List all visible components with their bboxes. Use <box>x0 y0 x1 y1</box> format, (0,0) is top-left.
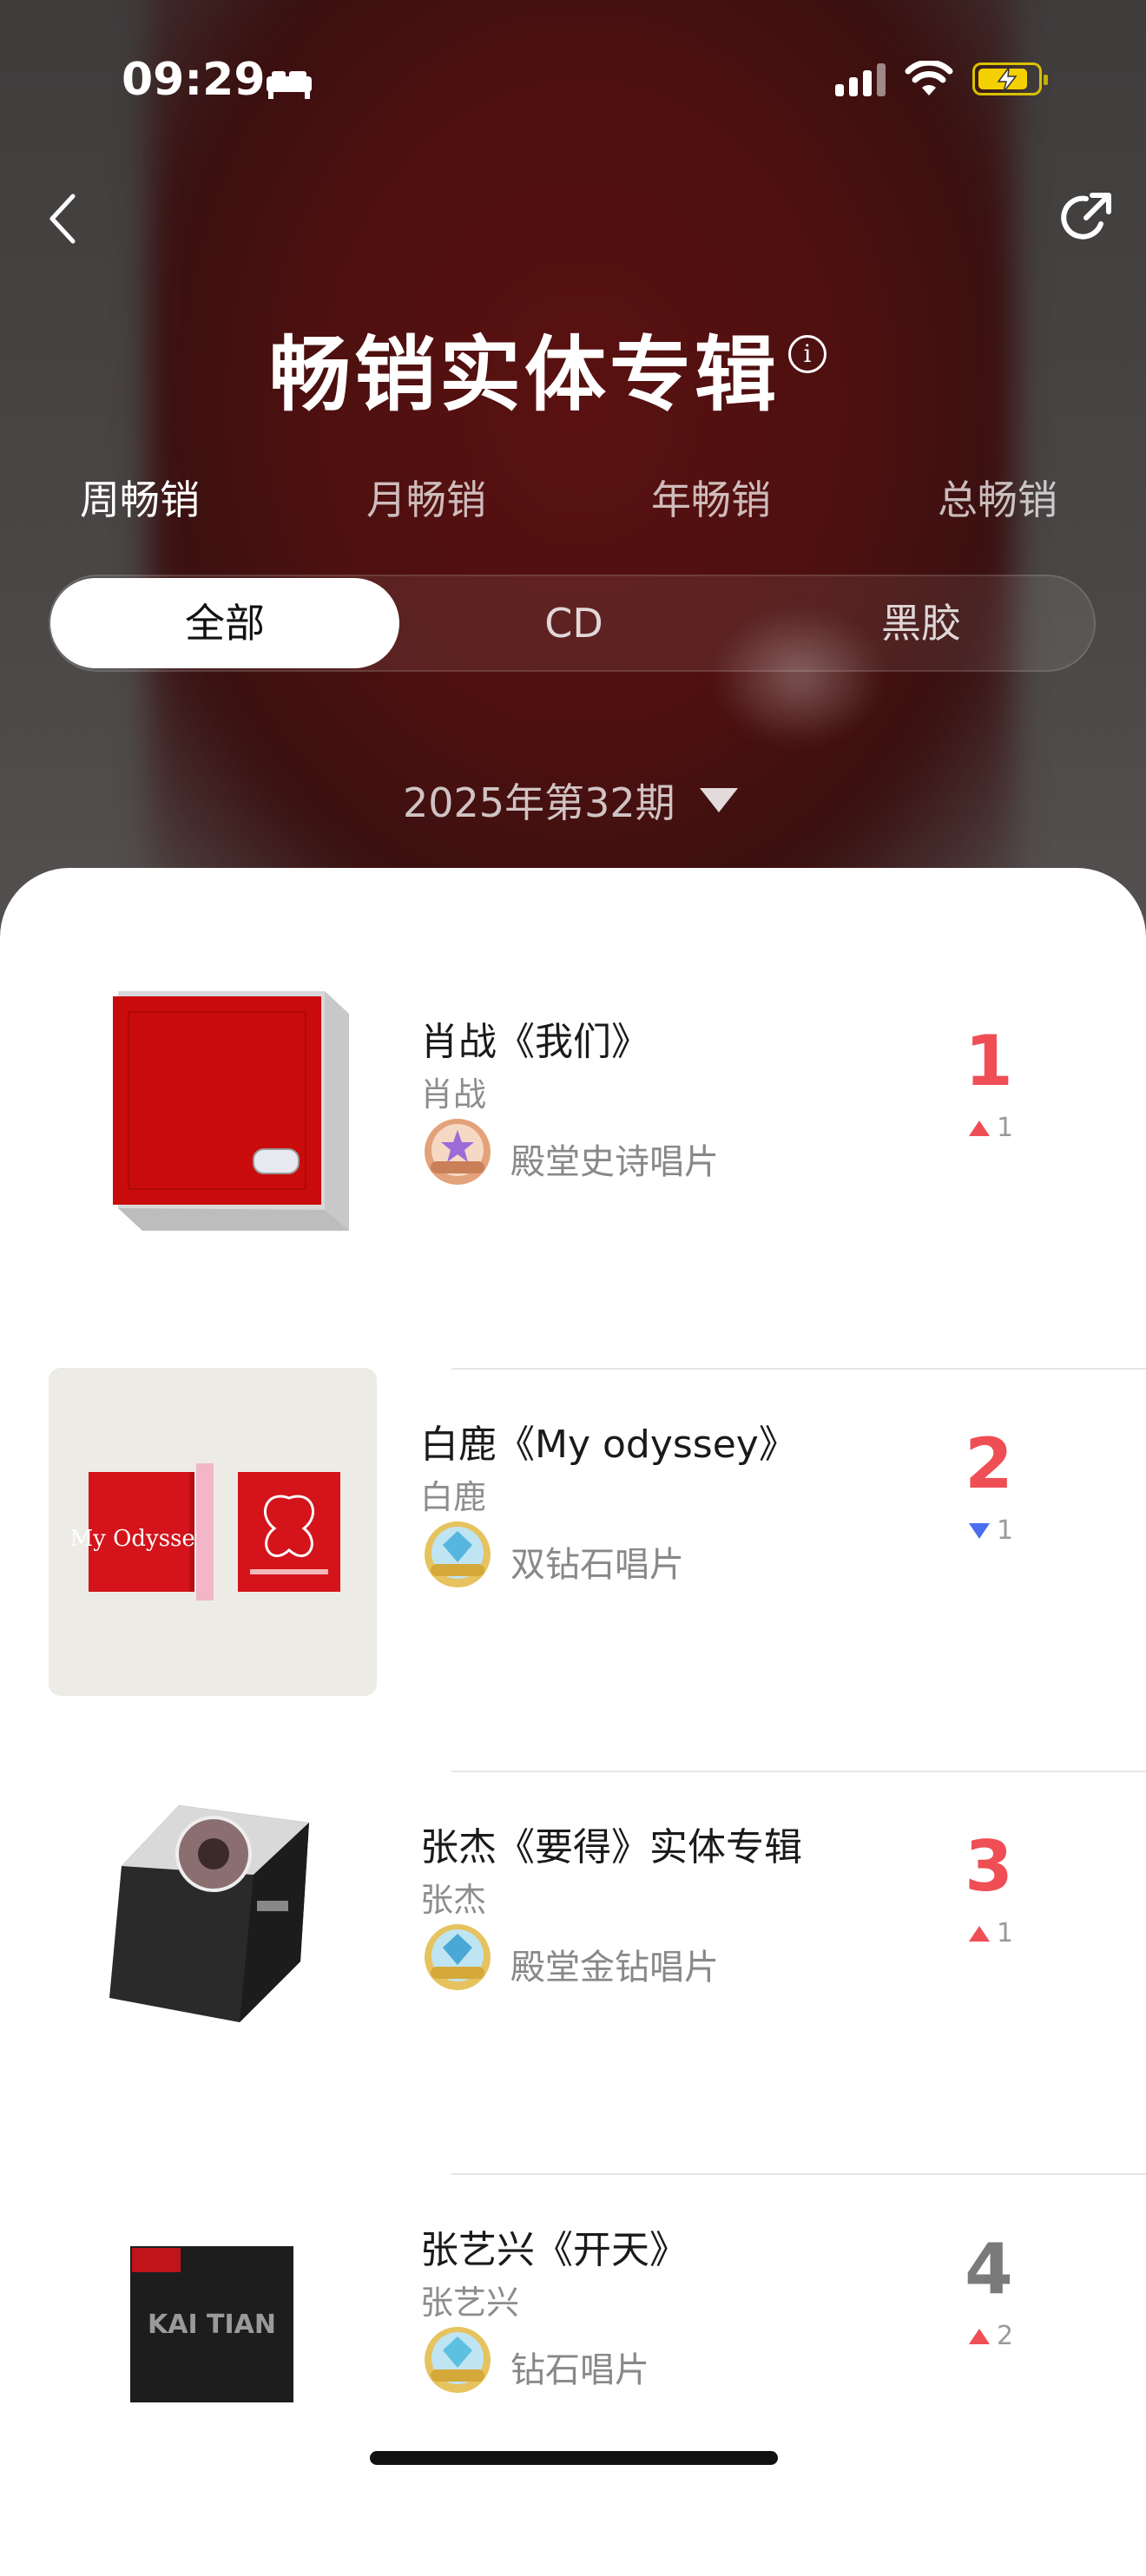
list-item[interactable]: 张杰《要得》实体专辑 张杰 殿堂金钻唱片 3 1 <box>0 1771 1146 2175</box>
wifi-icon <box>905 61 953 95</box>
hall-gold-diamond-badge-icon <box>425 1924 491 1990</box>
album-title: 张杰《要得》实体专辑 <box>420 1825 802 1870</box>
album-cover: KAI TIAN <box>130 2246 293 2402</box>
album-title: 白鹿《My odyssey》 <box>420 1423 797 1467</box>
rank-down-icon <box>969 1522 990 1539</box>
page-title: 畅销实体专辑 <box>269 328 780 423</box>
album-cover <box>113 991 349 1231</box>
period-dropdown[interactable]: 2025年第32期 <box>403 774 738 826</box>
cellular-signal-icon <box>835 62 886 96</box>
header-background: 09:29 畅销实体专辑 i 周畅销 月畅销 年畅销 总畅销 全部 CD 黑胶 … <box>0 0 1146 937</box>
diamond-badge-icon <box>425 2327 491 2393</box>
period-tabs: 周畅销 月畅销 年畅销 总畅销 <box>0 469 1146 523</box>
back-icon[interactable] <box>45 193 80 245</box>
rank-up-icon <box>969 2328 990 2344</box>
rank-up-icon <box>969 1120 990 1136</box>
list-item[interactable]: KAI TIAN 张艺兴《开天》 张艺兴 钻石唱片 4 2 <box>0 2173 1146 2576</box>
period-value: 2025年第32期 <box>403 779 675 826</box>
status-time: 09:29 <box>122 54 266 106</box>
rank-number: 2 <box>965 1423 1013 1504</box>
share-icon[interactable] <box>1057 189 1115 246</box>
cover-script-text: My Odyssey <box>70 1526 208 1552</box>
album-artist: 肖战 <box>420 1075 487 1114</box>
sleep-focus-icon <box>267 71 312 99</box>
album-title: 肖战《我们》 <box>420 1020 649 1064</box>
rank-change: 2 <box>969 2321 1013 2351</box>
cover-text: KAI TIAN <box>148 2310 276 2340</box>
segment-vinyl[interactable]: 黑胶 <box>747 576 1096 670</box>
rank-change-value: 2 <box>997 2321 1014 2351</box>
tab-monthly[interactable]: 月畅销 <box>366 469 486 526</box>
double-diamond-badge-icon <box>425 1521 491 1587</box>
album-artist: 张杰 <box>420 1881 487 1919</box>
rank-change: 1 <box>969 1113 1013 1143</box>
rank-change-value: 1 <box>997 1113 1014 1143</box>
rank-number: 1 <box>965 1021 1013 1101</box>
rank-change-value: 1 <box>997 1515 1014 1546</box>
album-cover <box>109 1805 309 2022</box>
rank-number: 4 <box>965 2229 1013 2310</box>
epic-record-badge-icon <box>425 1119 491 1185</box>
dropdown-triangle-icon <box>699 788 738 812</box>
battery-charging-icon <box>972 62 1048 95</box>
segment-cd[interactable]: CD <box>399 576 748 670</box>
album-cover: My Odyssey <box>49 1368 377 1696</box>
badge-label: 钻石唱片 <box>510 2350 649 2390</box>
format-segmented-control: 全部 CD 黑胶 <box>49 575 1096 672</box>
list-item[interactable]: 肖战《我们》 肖战 殿堂史诗唱片 1 1 <box>0 965 1146 1370</box>
tab-total[interactable]: 总畅销 <box>938 469 1057 526</box>
album-artist: 张艺兴 <box>420 2284 520 2322</box>
album-title: 张艺兴《开天》 <box>420 2228 688 2272</box>
badge-label: 双钻石唱片 <box>510 1545 684 1585</box>
status-icons <box>835 61 1048 97</box>
rank-change: 1 <box>969 1918 1013 1948</box>
badge-label: 殿堂金钻唱片 <box>510 1948 719 1988</box>
tab-yearly[interactable]: 年畅销 <box>651 469 771 526</box>
rank-change-value: 1 <box>997 1918 1014 1948</box>
rank-up-icon <box>969 1925 990 1942</box>
list-item[interactable]: My Odyssey 白鹿《My odyssey》 白鹿 双钻石唱片 2 1 <box>0 1368 1146 1772</box>
badge-label: 殿堂史诗唱片 <box>510 1142 719 1182</box>
info-icon[interactable]: i <box>788 335 827 373</box>
segment-all[interactable]: 全部 <box>50 578 399 668</box>
album-artist: 白鹿 <box>420 1478 487 1516</box>
rank-change: 1 <box>969 1515 1013 1546</box>
home-indicator[interactable] <box>370 2451 778 2465</box>
tab-weekly[interactable]: 周畅销 <box>80 469 200 526</box>
rank-number: 3 <box>965 1826 1013 1907</box>
